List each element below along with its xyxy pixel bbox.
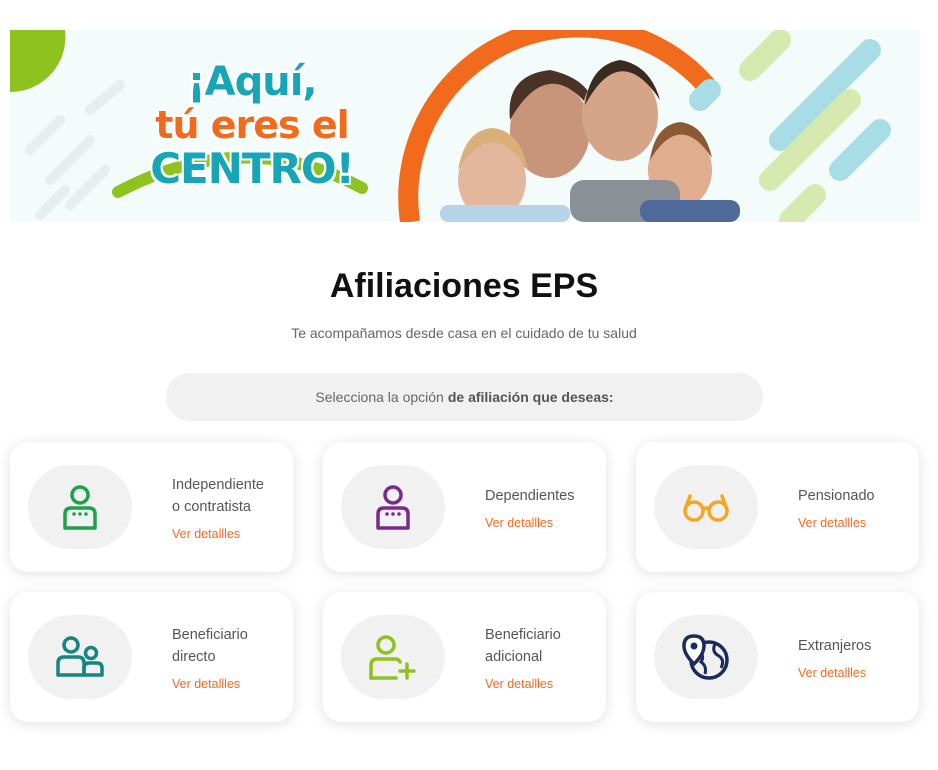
user-badge-icon: [376, 485, 410, 530]
card-label: Pensionado: [798, 487, 875, 504]
view-details-link[interactable]: Ver detallles: [485, 677, 595, 691]
card-icon-circle: [654, 465, 758, 549]
card-label-line2: adicional: [485, 648, 543, 665]
view-details-link[interactable]: Ver detallles: [172, 677, 282, 691]
affiliation-selector-bar: Selecciona la opción de afiliación que d…: [166, 373, 763, 421]
user-plus-icon: [369, 635, 416, 680]
card-beneficiario-directo[interactable]: Beneficiario directo Ver detallles: [10, 592, 293, 722]
card-label-line2: o contratista: [172, 498, 251, 515]
selector-prefix: Selecciona la opción: [315, 389, 444, 405]
headline-line-1: ¡Aquí,: [187, 59, 317, 105]
card-label: Beneficiario: [485, 626, 561, 643]
card-label: Extranjeros: [798, 637, 872, 654]
card-icon-circle: [28, 615, 132, 699]
card-label-line2: directo: [172, 648, 216, 665]
card-icon-circle: [28, 465, 132, 549]
page-subtitle: Te acompañamos desde casa en el cuidado …: [291, 325, 637, 341]
card-icon-circle: [341, 465, 445, 549]
headline-line-3: CENTRO!: [150, 144, 355, 193]
headline-line-2: tú eres el: [155, 103, 349, 147]
card-icon-circle: [654, 615, 758, 699]
card-label: Beneficiario: [172, 626, 248, 643]
card-independiente[interactable]: Independiente o contratista Ver detallle…: [10, 442, 293, 572]
card-label: Independiente: [172, 476, 264, 493]
card-pensionado[interactable]: Pensionado Ver detallles: [636, 442, 919, 572]
user-badge-icon: [63, 485, 97, 530]
card-label: Dependientes: [485, 487, 575, 504]
glasses-icon: [683, 494, 729, 522]
card-beneficiario-adicional[interactable]: Beneficiario adicional Ver detallles: [323, 592, 606, 722]
banner-headline: ¡Aquí, tú eres el CENTRO!: [122, 62, 382, 190]
view-details-link[interactable]: Ver detallles: [798, 666, 908, 680]
globe-pin-icon: [682, 634, 729, 680]
family-icon: [56, 636, 104, 677]
card-dependientes[interactable]: Dependientes Ver detallles: [323, 442, 606, 572]
card-extranjeros[interactable]: Extranjeros Ver detallles: [636, 592, 919, 722]
view-details-link[interactable]: Ver detallles: [485, 516, 595, 530]
view-details-link[interactable]: Ver detallles: [798, 516, 908, 530]
page-title: Afiliaciones EPS: [329, 267, 599, 305]
view-details-link[interactable]: Ver detallles: [172, 527, 282, 541]
hero-banner: ¡Aquí, tú eres el CENTRO!: [10, 30, 920, 222]
card-icon-circle: [341, 615, 445, 699]
selector-emphasis: de afiliación que deseas:: [447, 389, 614, 405]
